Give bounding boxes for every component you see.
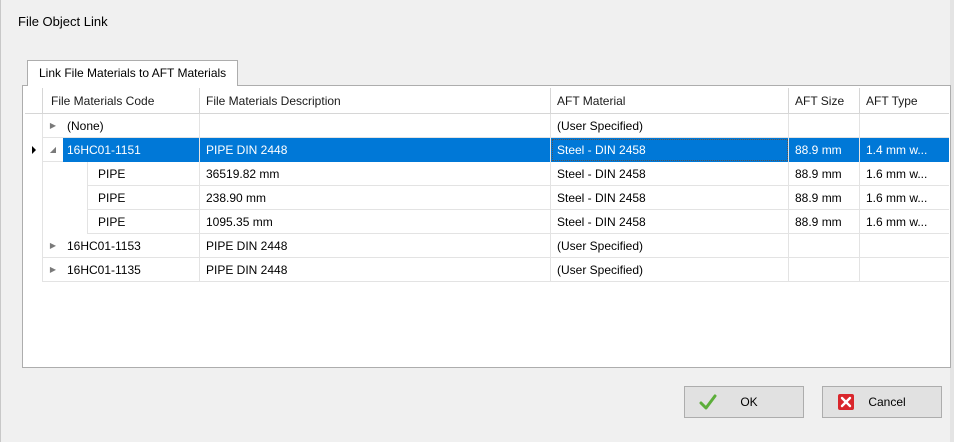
cell-aft-size: 88.9 mm	[789, 210, 860, 234]
cancel-button-label: Cancel	[868, 395, 906, 409]
cell-aft-material[interactable]: (User Specified)	[551, 258, 789, 282]
grid-header: File Materials Code File Materials Descr…	[25, 88, 949, 114]
cell-code: 16HC01-1153	[63, 234, 200, 258]
cell-description: 36519.82 mm	[200, 162, 551, 186]
cell-description: PIPE DIN 2448	[200, 258, 551, 282]
table-row[interactable]: ▶ (None) (User Specified)	[25, 114, 949, 138]
cell-aft-material[interactable]: (User Specified)	[551, 234, 789, 258]
cell-aft-type: 1.6 mm w...	[866, 167, 928, 181]
header-row-selector	[25, 88, 43, 114]
expand-arrow-icon[interactable]: ▶	[43, 114, 63, 138]
row-selector[interactable]	[25, 210, 43, 234]
materials-grid[interactable]: File Materials Code File Materials Descr…	[25, 88, 949, 366]
expand-arrow-icon[interactable]: ▶	[43, 258, 63, 282]
cell-aft-material[interactable]: Steel - DIN 2458	[551, 210, 789, 234]
table-row[interactable]: ▶ 16HC01-1135 PIPE DIN 2448 (User Specified…	[25, 258, 949, 282]
expand-arrow-icon[interactable]: ▶	[43, 234, 63, 258]
file-object-link-window: File Object Link Link File Materials to …	[0, 0, 954, 442]
cell-description	[200, 114, 551, 138]
header-aft-material[interactable]: AFT Material	[551, 88, 789, 114]
cell-aft-type	[860, 258, 949, 282]
header-aft-type[interactable]: AFT Type	[860, 88, 949, 114]
checkmark-icon	[699, 393, 717, 411]
cell-aft-type: 1.6 mm w...	[866, 215, 928, 229]
header-file-materials-description[interactable]: File Materials Description	[200, 88, 551, 114]
cell-aft-size: 88.9 mm	[789, 186, 860, 210]
cell-aft-type	[860, 114, 949, 138]
row-selector[interactable]	[25, 162, 43, 186]
window-title: File Object Link	[18, 14, 108, 29]
cell-description: PIPE DIN 2448	[200, 138, 551, 162]
table-row[interactable]: ▶ 16HC01-1153 PIPE DIN 2448 (User Specified…	[25, 234, 949, 258]
row-selector[interactable]	[25, 138, 43, 162]
cell-description: PIPE DIN 2448	[200, 234, 551, 258]
ok-button-label: OK	[740, 395, 758, 409]
child-indent	[43, 162, 88, 186]
cell-code: (None)	[63, 114, 200, 138]
cell-aft-type: 1.6 mm w...	[866, 191, 928, 205]
row-selector[interactable]	[25, 114, 43, 138]
cell-aft-size	[789, 258, 860, 282]
ok-button[interactable]: OK	[684, 386, 804, 418]
current-row-pointer-icon	[32, 146, 36, 154]
row-selector[interactable]	[25, 234, 43, 258]
cancel-button[interactable]: Cancel	[822, 386, 942, 418]
child-indent	[43, 210, 88, 234]
child-row[interactable]: PIPE 36519.82 mm Steel - DIN 2458 88.9 mm 1.…	[25, 162, 949, 186]
cell-description: 238.90 mm	[200, 186, 551, 210]
child-row[interactable]: PIPE 238.90 mm Steel - DIN 2458 88.9 mm 1.6 …	[25, 186, 949, 210]
child-indent	[43, 186, 88, 210]
row-selector[interactable]	[25, 258, 43, 282]
cell-aft-material[interactable]: Steel - DIN 2458	[551, 162, 789, 186]
cell-aft-type	[860, 234, 949, 258]
header-aft-size[interactable]: AFT Size	[789, 88, 860, 114]
cell-code: PIPE	[88, 186, 200, 210]
cell-aft-type: 1.4 mm w...	[860, 138, 949, 162]
cell-aft-size: 88.9 mm	[789, 162, 860, 186]
cell-code: 16HC01-1151	[63, 138, 200, 162]
collapse-arrow-icon[interactable]: ◢	[43, 138, 63, 162]
cell-code: 16HC01-1135	[63, 258, 200, 282]
cell-aft-size	[789, 114, 860, 138]
cell-aft-material[interactable]: (User Specified)	[551, 114, 789, 138]
child-row[interactable]: PIPE 1095.35 mm Steel - DIN 2458 88.9 mm 1.6…	[25, 210, 949, 234]
tab-link-file-materials[interactable]: Link File Materials to AFT Materials	[27, 60, 239, 86]
close-x-icon	[837, 393, 855, 411]
table-row[interactable]: ◢ 16HC01-1151 PIPE DIN 2448 Steel - DIN 245…	[25, 138, 949, 162]
cell-aft-size	[789, 234, 860, 258]
cell-aft-material[interactable]: Steel - DIN 2458	[551, 138, 789, 162]
cell-aft-size: 88.9 mm	[789, 138, 860, 162]
cell-aft-material[interactable]: Steel - DIN 2458	[551, 186, 789, 210]
cell-description: 1095.35 mm	[200, 210, 551, 234]
cell-code: PIPE	[88, 162, 200, 186]
row-selector[interactable]	[25, 186, 43, 210]
header-file-materials-code[interactable]: File Materials Code	[43, 88, 200, 114]
cell-code: PIPE	[88, 210, 200, 234]
